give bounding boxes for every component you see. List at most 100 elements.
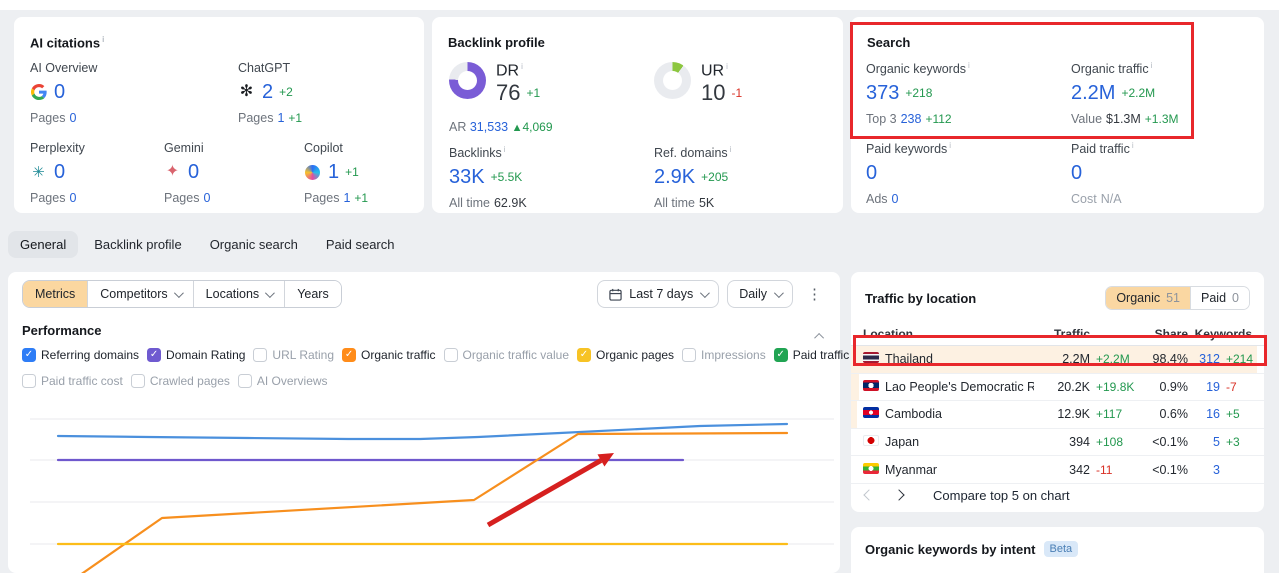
ai-overview-pages-link[interactable]: 0 [69, 111, 76, 125]
chevron-down-icon [773, 287, 784, 298]
dr-donut [449, 62, 486, 99]
info-icon: i [102, 35, 105, 44]
keywords-link[interactable]: 16 [1188, 407, 1220, 421]
ahrefs-rank-link[interactable]: 31,533 [470, 120, 508, 134]
keywords-link[interactable]: 312 [1188, 352, 1220, 366]
keywords-link[interactable]: 3 [1188, 463, 1220, 477]
traffic-by-location-card: Traffic by location Organic 51 Paid 0 Loca… [851, 272, 1264, 512]
laos-flag [863, 379, 879, 391]
tab-paid-search[interactable]: Paid search [314, 231, 407, 258]
location-row[interactable]: Cambodia 12.9K +117 0.6% 16 +5 [851, 401, 1264, 429]
compare-top5-link[interactable]: Compare top 5 on chart [933, 488, 1070, 503]
collapse-section-icon[interactable] [814, 327, 825, 345]
metric-chatgpt: ChatGPT ✻ 2 +2 Pages 1 +1 [238, 61, 303, 125]
organic-paid-toggle: Organic 51 Paid 0 [1105, 286, 1250, 310]
organic-traffic-count[interactable]: 2.2M [1071, 82, 1115, 105]
metric-checkbox[interactable]: ✓ Referring domains [22, 348, 139, 362]
search-title: Search [867, 35, 911, 50]
date-range-button[interactable]: Last 7 days [597, 280, 720, 308]
metric-checkbox[interactable]: ✓ Domain Rating [147, 348, 245, 362]
ur-donut [654, 62, 691, 99]
gemini-pages-link[interactable]: 0 [203, 191, 210, 205]
chevron-down-icon [265, 287, 276, 298]
gemini-icon: ✦ [165, 163, 180, 180]
google-icon [30, 84, 47, 101]
chatgpt-count: 2 [262, 80, 274, 103]
backlinks-count[interactable]: 33K [449, 166, 485, 189]
metric-organic-keywords: Organic keywords i 373 +218 Top 3 238 +112 [866, 61, 970, 127]
granularity-button[interactable]: Daily [727, 280, 793, 308]
ads-link[interactable]: 0 [892, 192, 899, 206]
filter-competitors[interactable]: Competitors [88, 281, 194, 307]
keywords-link[interactable]: 5 [1188, 435, 1220, 449]
location-row[interactable]: Thailand 2.2M +2.2M 98.4% 312 +214 [851, 346, 1264, 374]
dashboard-screen: AI citations i AI Overview 0 Pages 0 ChatG… [0, 0, 1279, 573]
toggle-organic[interactable]: Organic 51 [1106, 287, 1191, 309]
metric-checkbox-row-1: ✓ Referring domains ✓ Domain Rating ✓ UR… [22, 348, 849, 362]
paid-keywords-count: 0 [866, 161, 878, 184]
metric-paid-keywords: Paid keywords i 0 Ads 0 [866, 141, 952, 207]
more-options-icon[interactable]: ⋮ [801, 285, 828, 303]
tab-general[interactable]: General [8, 231, 79, 258]
ai-citations-card: AI citations i AI Overview 0 Pages 0 ChatG… [14, 17, 424, 213]
location-table-header: Location Traffic Share Keywords [851, 322, 1264, 346]
beta-badge: Beta [1043, 541, 1079, 557]
chart-filter-control: Metrics Competitors Locations Years [22, 280, 342, 308]
perplexity-count: 0 [54, 160, 66, 183]
metric-checkbox[interactable]: ✓ Organic traffic value [443, 348, 569, 362]
metric-checkbox[interactable]: ✓ Organic traffic [342, 348, 436, 362]
gemini-count: 0 [188, 160, 200, 183]
metric-checkbox[interactable]: ✓ Impressions [682, 348, 766, 362]
organic-keywords-count[interactable]: 373 [866, 82, 899, 105]
section-tabs: General Backlink profile Organic search … [8, 231, 407, 258]
metric-perplexity: Perplexity ✳ 0 Pages 0 [30, 141, 85, 205]
ai-citations-title: AI citations i [30, 35, 105, 51]
performance-panel: Metrics Competitors Locations Years Last… [8, 272, 849, 573]
metric-gemini: Gemini ✦ 0 Pages 0 [164, 141, 211, 205]
annotation-arrow [486, 453, 614, 528]
backlink-profile-card: Backlink profile DR i 76 +1 AR 31,533 ▲4,0… [432, 17, 843, 213]
info-icon: i [968, 61, 970, 70]
tab-organic-search[interactable]: Organic search [198, 231, 310, 258]
top-white-strip [0, 0, 1279, 10]
filter-metrics[interactable]: Metrics [23, 281, 89, 307]
metric-checkbox[interactable]: ✓ Organic pages [577, 348, 674, 362]
metric-checkbox[interactable]: ✓ Paid traffic cost [22, 374, 123, 388]
copilot-pages-link[interactable]: 1 [343, 191, 350, 205]
chevron-down-icon [700, 287, 711, 298]
pager-prev-icon[interactable] [863, 489, 875, 501]
metric-checkbox[interactable]: ✓ Crawled pages [130, 374, 230, 388]
performance-chart[interactable] [8, 392, 840, 573]
top3-link[interactable]: 238 [901, 112, 922, 126]
domain-rating-block: DR i 76 +1 [449, 62, 540, 106]
chatgpt-icon: ✻ [239, 83, 254, 100]
traffic-by-location-title: Traffic by location [865, 290, 977, 306]
filter-locations[interactable]: Locations [193, 281, 286, 307]
share-bar [851, 401, 858, 428]
ur-value: 10 [701, 80, 726, 106]
metric-checkbox[interactable]: ✓ AI Overviews [237, 374, 328, 388]
info-icon: i [726, 62, 728, 71]
dr-value: 76 [496, 80, 521, 106]
perplexity-pages-link[interactable]: 0 [69, 191, 76, 205]
info-icon: i [1150, 61, 1153, 70]
share-bar [851, 373, 860, 401]
metric-ai-overview: AI Overview 0 Pages 0 [30, 61, 98, 125]
ref-domains-count[interactable]: 2.9K [654, 166, 695, 189]
metric-checkbox[interactable]: ✓ URL Rating [253, 348, 334, 362]
url-rating-block: UR i 10 -1 [654, 62, 742, 106]
performance-chart-svg[interactable] [8, 392, 840, 573]
backlink-profile-title: Backlink profile [448, 35, 545, 50]
location-pager: Compare top 5 on chart [851, 478, 1264, 512]
keywords-link[interactable]: 19 [1188, 380, 1220, 394]
location-row[interactable]: Lao People's Democratic Reput 20.2K +19.… [851, 373, 1264, 402]
toggle-paid[interactable]: Paid 0 [1190, 287, 1249, 309]
chatgpt-pages-link[interactable]: 1 [277, 111, 284, 125]
filter-years[interactable]: Years [285, 281, 341, 307]
performance-heading: Performance [22, 323, 102, 338]
tab-backlink-profile[interactable]: Backlink profile [82, 231, 193, 258]
metric-checkbox[interactable]: ✓ Paid traffic [773, 348, 849, 362]
pager-next-icon[interactable] [893, 489, 905, 501]
search-card: Search Organic keywords i 373 +218 Top 3 23… [851, 17, 1264, 213]
location-row[interactable]: Japan 394 +108 <0.1% 5 +3 [851, 429, 1264, 457]
